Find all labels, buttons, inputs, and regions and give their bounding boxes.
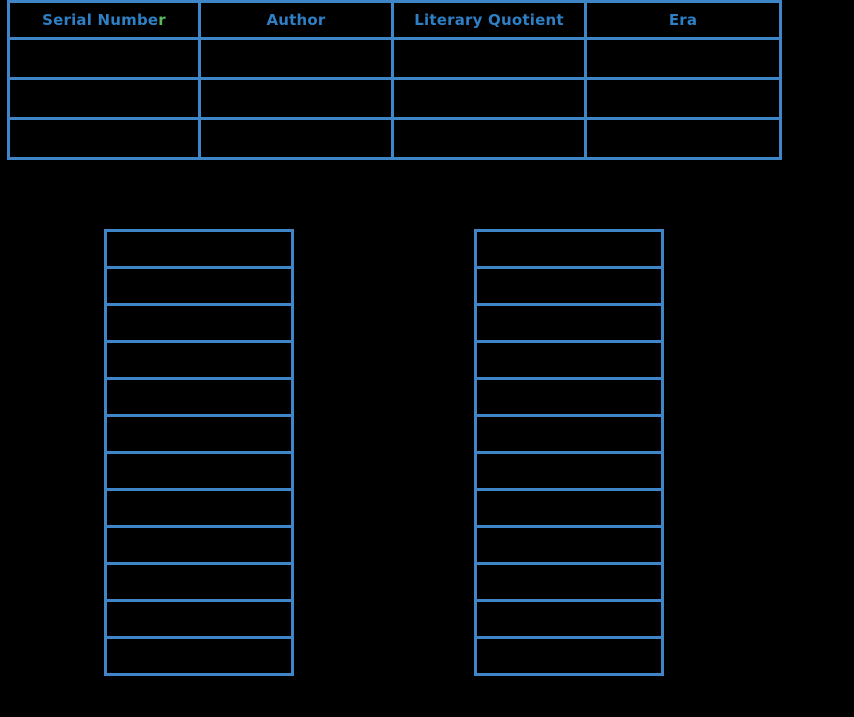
right-stack-cell[interactable] (474, 266, 664, 306)
list-item[interactable] (474, 636, 664, 676)
list-item[interactable] (104, 377, 294, 417)
list-item[interactable] (474, 266, 664, 306)
right-stack-cell[interactable] (474, 451, 664, 491)
table-cell-serial-number[interactable] (7, 117, 201, 160)
left-stack-cell[interactable] (104, 451, 294, 491)
column-header-serial-number-accent: r (158, 10, 166, 29)
left-stack-cell[interactable] (104, 488, 294, 528)
column-header-serial-number-label: Serial Numbe (42, 10, 159, 29)
list-item[interactable] (474, 451, 664, 491)
list-item[interactable] (474, 488, 664, 528)
list-item[interactable] (474, 377, 664, 417)
right-stack-cell[interactable] (474, 414, 664, 454)
table-cell-author[interactable] (198, 77, 394, 120)
table-cell-era[interactable] (584, 117, 782, 160)
column-header-author-label: Author (266, 10, 326, 29)
table-cell-author[interactable] (198, 117, 394, 160)
left-stack-cell[interactable] (104, 303, 294, 343)
right-stack-cell[interactable] (474, 636, 664, 676)
records-table-body (7, 37, 782, 160)
left-stack-cell[interactable] (104, 414, 294, 454)
list-item[interactable] (104, 303, 294, 343)
column-header-literary-quotient[interactable]: Literary Quotient (391, 0, 587, 40)
left-stack-cell[interactable] (104, 599, 294, 639)
list-item[interactable] (474, 414, 664, 454)
right-stack-cell[interactable] (474, 340, 664, 380)
right-stack-cell[interactable] (474, 303, 664, 343)
left-stack-cell[interactable] (104, 229, 294, 269)
list-item[interactable] (104, 340, 294, 380)
left-stack-cell[interactable] (104, 266, 294, 306)
left-stack-cell[interactable] (104, 377, 294, 417)
list-item[interactable] (104, 414, 294, 454)
right-stack-cell[interactable] (474, 377, 664, 417)
list-item[interactable] (104, 525, 294, 565)
list-item[interactable] (104, 636, 294, 676)
left-stack-cell[interactable] (104, 525, 294, 565)
right-cell-stack (474, 229, 664, 676)
column-header-literary-quotient-label: Literary Quotient (414, 10, 564, 29)
right-stack-cell[interactable] (474, 488, 664, 528)
column-header-era-label: Era (668, 10, 698, 29)
right-stack-cell[interactable] (474, 229, 664, 269)
table-cell-serial-number[interactable] (7, 77, 201, 120)
list-item[interactable] (474, 562, 664, 602)
table-header-row: Serial Number Author Literary Quotient E… (7, 0, 782, 40)
list-item[interactable] (104, 599, 294, 639)
left-stack-cell[interactable] (104, 636, 294, 676)
list-item[interactable] (104, 229, 294, 269)
right-stack-cell[interactable] (474, 562, 664, 602)
table-cell-era[interactable] (584, 37, 782, 80)
column-header-serial-number[interactable]: Serial Number (7, 0, 201, 40)
table-row[interactable] (7, 77, 782, 120)
list-item[interactable] (474, 229, 664, 269)
right-stack-cell[interactable] (474, 525, 664, 565)
right-cell-stack-body (474, 229, 664, 676)
list-item[interactable] (104, 451, 294, 491)
table-cell-author[interactable] (198, 37, 394, 80)
left-cell-stack (104, 229, 294, 676)
left-stack-cell[interactable] (104, 340, 294, 380)
records-table-header: Serial Number Author Literary Quotient E… (7, 0, 782, 40)
left-cell-stack-body (104, 229, 294, 676)
list-item[interactable] (474, 525, 664, 565)
table-cell-literary-quotient[interactable] (391, 77, 587, 120)
list-item[interactable] (474, 340, 664, 380)
table-cell-literary-quotient[interactable] (391, 117, 587, 160)
records-table: Serial Number Author Literary Quotient E… (7, 0, 782, 160)
left-stack-cell[interactable] (104, 562, 294, 602)
table-row[interactable] (7, 37, 782, 80)
table-cell-serial-number[interactable] (7, 37, 201, 80)
column-header-author[interactable]: Author (198, 0, 394, 40)
list-item[interactable] (474, 303, 664, 343)
table-cell-literary-quotient[interactable] (391, 37, 587, 80)
table-cell-era[interactable] (584, 77, 782, 120)
right-stack-cell[interactable] (474, 599, 664, 639)
list-item[interactable] (104, 266, 294, 306)
table-row[interactable] (7, 117, 782, 160)
list-item[interactable] (104, 488, 294, 528)
column-header-era[interactable]: Era (584, 0, 782, 40)
list-item[interactable] (474, 599, 664, 639)
list-item[interactable] (104, 562, 294, 602)
